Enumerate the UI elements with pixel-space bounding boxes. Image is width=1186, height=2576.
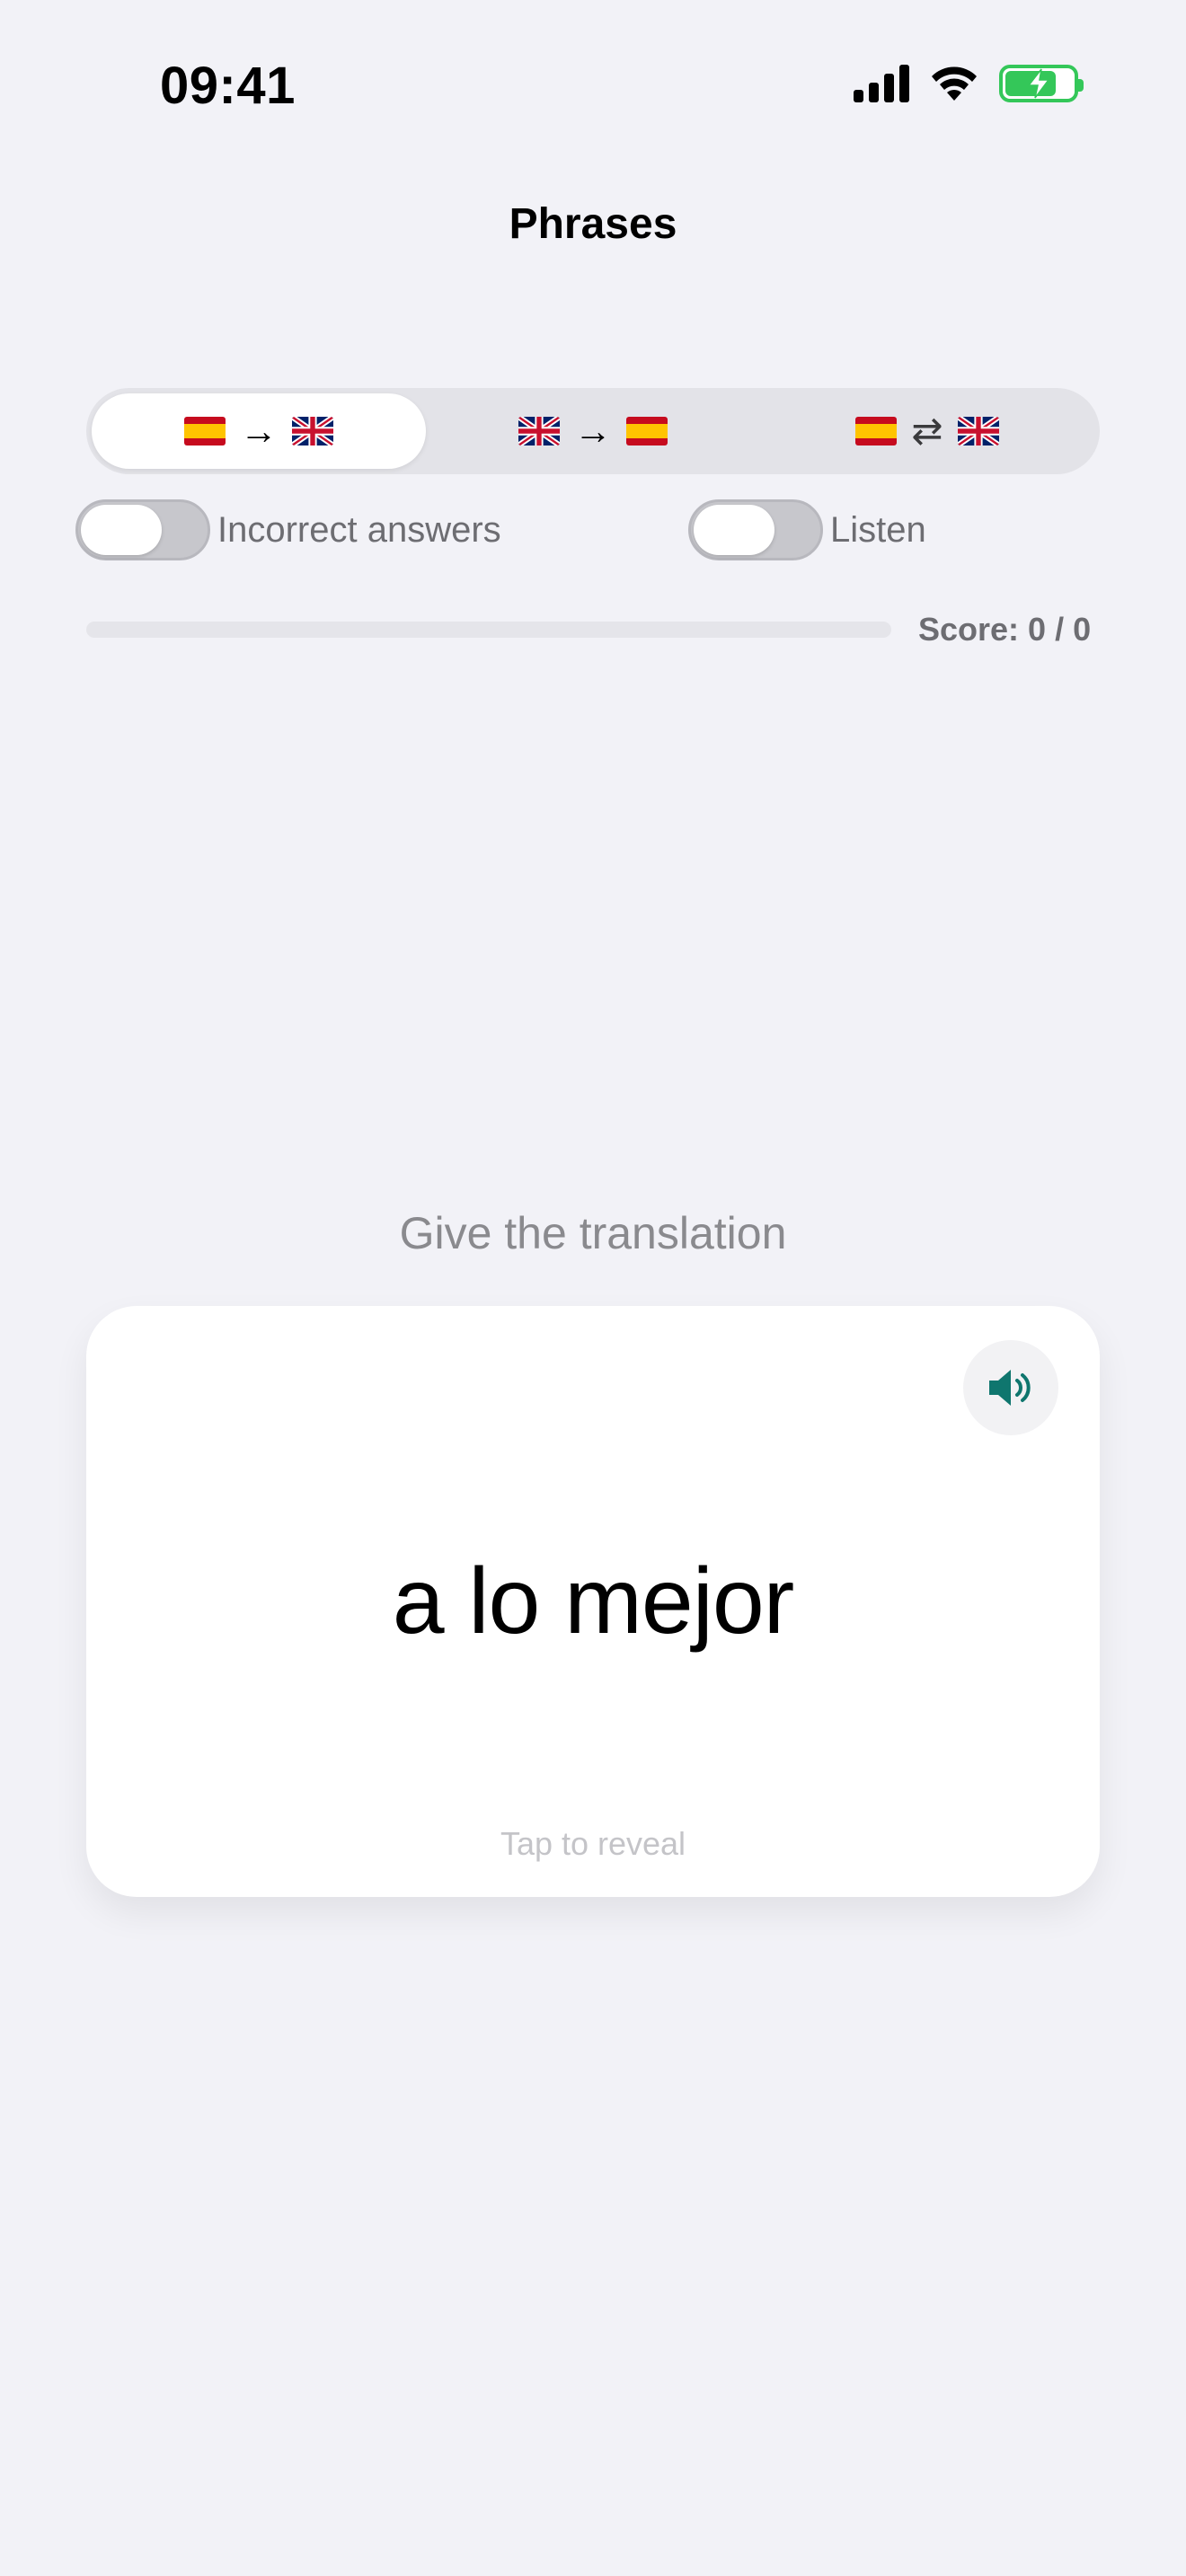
incorrect-answers-toggle[interactable]: [75, 499, 210, 560]
progress-bar: [86, 622, 891, 638]
wifi-icon: [932, 66, 977, 101]
swap-arrows-icon: ⇄: [911, 410, 943, 452]
speaker-icon: [989, 1370, 1031, 1406]
listen-toggle[interactable]: [688, 499, 823, 560]
prompt-text: Give the translation: [399, 1208, 787, 1258]
tap-to-reveal-hint: Tap to reveal: [500, 1825, 686, 1862]
card-word: a lo mejor: [392, 1549, 795, 1654]
flag-uk-icon: [518, 417, 560, 446]
arrow-right-icon: →: [240, 410, 278, 452]
flag-es-icon: [184, 417, 226, 446]
flashcard[interactable]: a lo mejor Tap to reveal: [86, 1306, 1100, 1897]
status-icons: [854, 65, 1084, 102]
signal-icon: [854, 65, 909, 102]
battery-charging-icon: [999, 65, 1084, 102]
incorrect-answers-row: Incorrect answers: [75, 499, 501, 560]
segment-es-to-en[interactable]: →: [92, 393, 426, 469]
flag-uk-icon: [957, 417, 999, 446]
flag-uk-icon: [292, 417, 333, 446]
arrow-right-icon: →: [574, 410, 612, 452]
status-time: 09:41: [160, 57, 296, 115]
listen-row: Listen: [688, 499, 926, 560]
speaker-button[interactable]: [963, 1340, 1058, 1435]
segment-mixed[interactable]: ⇄: [760, 393, 1094, 469]
flag-es-icon: [855, 417, 898, 446]
direction-selector: → → ⇄: [86, 388, 1100, 474]
incorrect-answers-label: Incorrect answers: [217, 509, 501, 550]
flag-es-icon: [626, 417, 668, 446]
page-title: Phrases: [509, 200, 677, 248]
segment-en-to-es[interactable]: →: [426, 393, 760, 469]
listen-label: Listen: [830, 509, 926, 550]
score-label: Score: 0 / 0: [918, 611, 1092, 648]
